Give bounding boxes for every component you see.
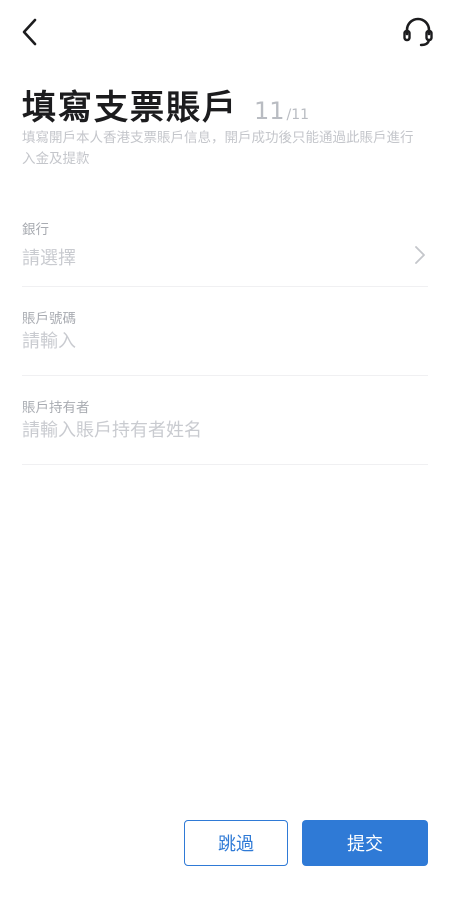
screen: 填寫支票賬戶 11 /11 填寫開戶本人香港支票賬戶信息，開戶成功後只能通過此賬…: [0, 0, 458, 924]
account-number-input[interactable]: [22, 331, 402, 352]
account-holder-label: 賬戶持有者: [22, 400, 90, 416]
top-bar: [0, 0, 458, 64]
step-indicator: 11 /11: [254, 97, 309, 125]
step-current: 11: [254, 97, 285, 125]
account-number-field-row: 賬戶號碼: [22, 289, 428, 376]
bank-select[interactable]: 銀行 請選擇: [22, 200, 428, 287]
bank-label: 銀行: [22, 222, 49, 238]
chevron-left-icon: [22, 18, 37, 46]
cheque-account-form: 銀行 請選擇 賬戶號碼 賬戶持有者: [22, 200, 428, 467]
submit-button[interactable]: 提交: [302, 820, 428, 866]
page-title: 填寫支票賬戶: [22, 88, 238, 128]
skip-button[interactable]: 跳過: [184, 820, 288, 866]
account-holder-field-row: 賬戶持有者: [22, 378, 428, 465]
headset-icon: [403, 17, 433, 47]
account-number-label: 賬戶號碼: [22, 311, 76, 327]
step-total: /11: [286, 107, 310, 123]
page-subtitle: 填寫開戶本人香港支票賬戶信息，開戶成功後只能通過此賬戶進行入金及提款: [22, 130, 414, 167]
account-holder-input[interactable]: [22, 420, 402, 441]
bank-select-value: 請選擇: [22, 248, 76, 269]
title-row: 填寫支票賬戶 11 /11: [22, 80, 309, 129]
back-button[interactable]: [10, 12, 50, 52]
customer-support-button[interactable]: [396, 10, 440, 54]
chevron-right-icon: [415, 246, 425, 264]
